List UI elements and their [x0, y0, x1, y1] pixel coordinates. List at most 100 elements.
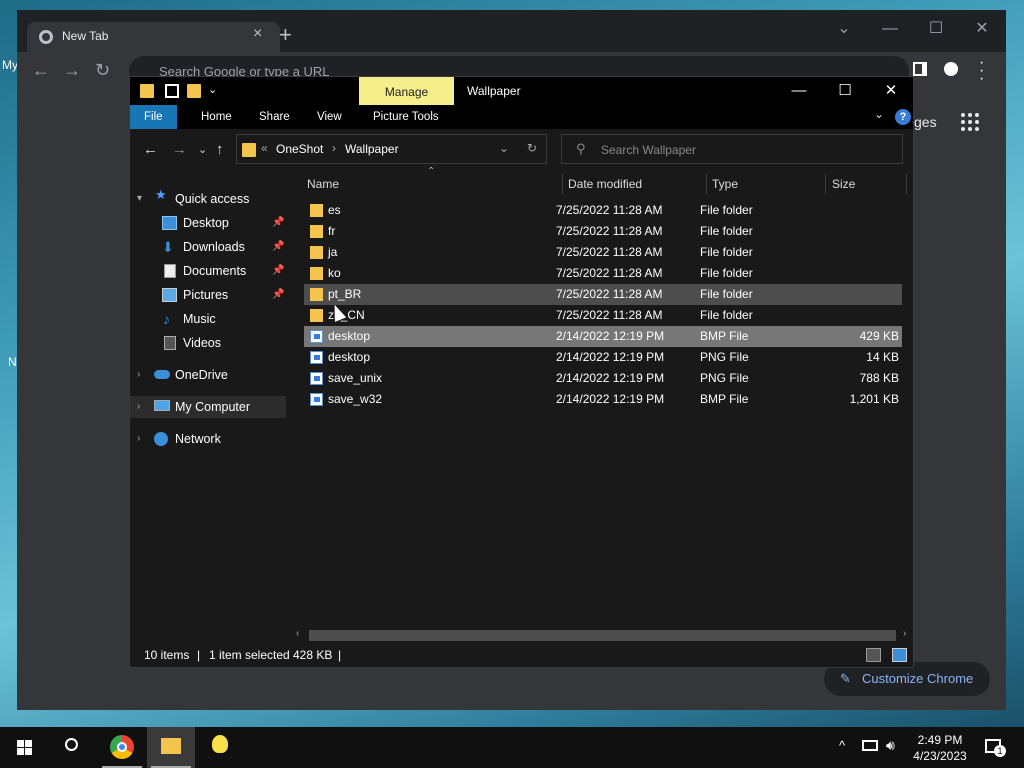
file-date-modified: 2/14/2022 12:19 PM: [556, 329, 665, 343]
expand-ribbon-icon[interactable]: ⌄: [874, 107, 884, 121]
chevron-right-icon[interactable]: ›: [137, 428, 140, 450]
profile-icon[interactable]: [944, 62, 958, 76]
tab-close-icon[interactable]: ×: [253, 25, 262, 43]
nav-pictures[interactable]: Pictures 📌: [130, 284, 286, 306]
column-type[interactable]: Type: [712, 171, 738, 197]
breadcrumb-oneshot[interactable]: OneShot: [276, 142, 323, 156]
tab-share[interactable]: Share: [245, 105, 304, 129]
apps-icon[interactable]: [961, 113, 979, 131]
up-icon[interactable]: ↑: [216, 141, 224, 158]
chevron-right-icon[interactable]: ›: [137, 364, 140, 386]
new-folder-icon[interactable]: [187, 84, 201, 98]
large-icons-view-icon[interactable]: [892, 648, 907, 662]
menu-icon[interactable]: · · ·: [979, 55, 984, 87]
file-row[interactable]: zh_CN 7/25/2022 11:28 AM File folder: [304, 305, 902, 326]
breadcrumb-wallpaper[interactable]: Wallpaper: [345, 142, 399, 156]
new-tab-button[interactable]: +: [279, 22, 292, 48]
explorer-minimize-button[interactable]: —: [776, 77, 822, 105]
column-name[interactable]: Name: [307, 171, 339, 197]
images-link[interactable]: ges: [914, 114, 937, 130]
file-row[interactable]: ja 7/25/2022 11:28 AM File folder: [304, 242, 902, 263]
properties-icon[interactable]: [165, 84, 179, 98]
pin-icon[interactable]: 📌: [272, 284, 284, 306]
scroll-right-icon[interactable]: ›: [903, 628, 906, 639]
column-divider[interactable]: [706, 173, 707, 195]
close-button[interactable]: ✕: [959, 14, 1005, 44]
back-icon[interactable]: ←: [143, 141, 158, 158]
action-center-icon[interactable]: 1: [985, 739, 1006, 757]
nav-downloads[interactable]: ⬇ Downloads 📌: [130, 236, 286, 258]
address-bar[interactable]: « OneShot › Wallpaper ⌄ ↻: [236, 134, 547, 164]
file-row[interactable]: ko 7/25/2022 11:28 AM File folder: [304, 263, 902, 284]
forward-icon[interactable]: →: [63, 60, 81, 81]
nav-documents[interactable]: Documents 📌: [130, 260, 286, 282]
tab-home[interactable]: Home: [187, 105, 246, 129]
back-icon[interactable]: ←: [32, 60, 50, 81]
file-row[interactable]: es 7/25/2022 11:28 AM File folder: [304, 200, 902, 221]
tab-picture-tools[interactable]: Picture Tools: [359, 105, 453, 129]
address-overflow[interactable]: «: [261, 141, 268, 155]
file-row[interactable]: save_unix 2/14/2022 12:19 PM PNG File 788 K…: [304, 368, 902, 389]
explorer-close-button[interactable]: ✕: [868, 77, 914, 105]
address-dropdown-icon[interactable]: ⌄: [499, 141, 509, 155]
file-size: 14 KB: [866, 350, 899, 364]
search-box[interactable]: ⚲ Search Wallpaper: [561, 134, 903, 164]
forward-icon[interactable]: →: [172, 141, 187, 158]
search-button[interactable]: [48, 727, 96, 768]
sort-ascending-icon: ⌃: [427, 166, 436, 177]
file-row[interactable]: save_w32 2/14/2022 12:19 PM BMP File 1,201 …: [304, 389, 902, 410]
pin-icon[interactable]: 📌: [272, 212, 284, 234]
maximize-button[interactable]: ☐: [913, 14, 959, 44]
nav-desktop[interactable]: Desktop 📌: [130, 212, 286, 234]
explorer-maximize-button[interactable]: ☐: [822, 77, 868, 105]
nav-my-computer[interactable]: › My Computer: [130, 396, 286, 418]
taskbar-tips[interactable]: [196, 727, 244, 768]
manage-contextual-tab[interactable]: Manage: [359, 77, 454, 105]
tab-view[interactable]: View: [303, 105, 356, 129]
customize-qat-icon[interactable]: ⌄: [208, 83, 222, 97]
tab-search-icon[interactable]: ⌄: [821, 14, 867, 44]
details-view-icon[interactable]: [866, 648, 881, 662]
column-divider[interactable]: [562, 173, 563, 195]
taskbar-file-explorer[interactable]: [147, 727, 195, 768]
side-panel-icon[interactable]: [913, 62, 927, 76]
minimize-button[interactable]: —: [867, 14, 913, 44]
reload-icon[interactable]: ↻: [95, 60, 110, 81]
chrome-tab[interactable]: New Tab ×: [27, 22, 280, 52]
chevron-down-icon[interactable]: ▾: [137, 188, 142, 210]
column-date-modified[interactable]: Date modified: [568, 171, 642, 197]
search-input[interactable]: Search Wallpaper: [601, 143, 696, 157]
chrome-favicon-icon: [39, 30, 53, 44]
nav-videos[interactable]: Videos: [130, 332, 286, 354]
nav-quick-access[interactable]: ▾ ★ Quick access: [130, 188, 286, 210]
network-tray-icon[interactable]: [862, 740, 878, 751]
pin-icon[interactable]: 📌: [272, 236, 284, 258]
status-divider: |: [197, 648, 201, 662]
pin-icon[interactable]: 📌: [272, 260, 284, 282]
nav-music[interactable]: ♪ Music: [130, 308, 286, 330]
help-icon[interactable]: ?: [895, 109, 911, 125]
scroll-left-icon[interactable]: ‹: [296, 628, 299, 639]
chevron-right-icon[interactable]: ›: [137, 396, 140, 418]
start-button[interactable]: [0, 727, 48, 768]
recent-locations-icon[interactable]: ⌄: [198, 143, 207, 156]
show-hidden-icons[interactable]: ^: [839, 738, 845, 753]
tab-file[interactable]: File: [130, 105, 177, 129]
file-row[interactable]: fr 7/25/2022 11:28 AM File folder: [304, 221, 902, 242]
file-row[interactable]: pt_BR 7/25/2022 11:28 AM File folder: [304, 284, 902, 305]
volume-icon[interactable]: 🔊︎: [886, 737, 895, 754]
refresh-icon[interactable]: ↻: [527, 141, 537, 155]
horizontal-scrollbar[interactable]: ‹ ›: [292, 628, 913, 643]
breadcrumb-separator[interactable]: ›: [332, 141, 336, 155]
scrollbar-thumb[interactable]: [309, 630, 896, 641]
column-divider[interactable]: [825, 173, 826, 195]
file-row[interactable]: desktop 2/14/2022 12:19 PM PNG File 14 KB: [304, 347, 902, 368]
column-divider[interactable]: [906, 173, 907, 195]
column-size[interactable]: Size: [832, 171, 855, 197]
taskbar-chrome[interactable]: [98, 727, 146, 768]
nav-onedrive[interactable]: › OneDrive: [130, 364, 286, 386]
clock[interactable]: 2:49 PM 4/23/2023: [912, 732, 968, 764]
nav-network[interactable]: › Network: [130, 428, 286, 450]
file-type: BMP File: [700, 392, 749, 406]
file-row[interactable]: desktop 2/14/2022 12:19 PM BMP File 429 KB: [304, 326, 902, 347]
